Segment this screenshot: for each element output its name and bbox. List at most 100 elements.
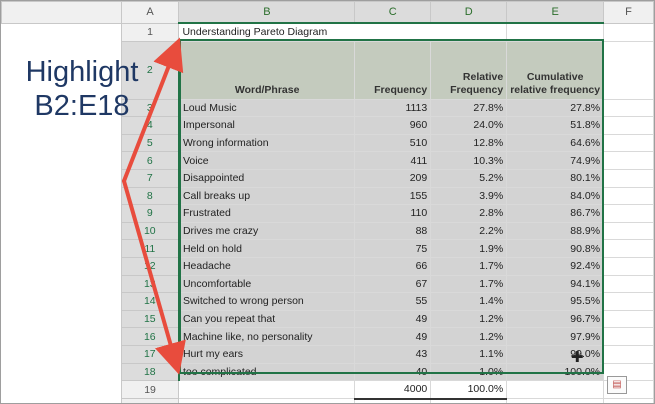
cell-f1[interactable]	[603, 22, 654, 42]
word-cell[interactable]: Call breaks up	[178, 186, 356, 206]
column-header-a[interactable]: A	[120, 1, 180, 24]
cell-f13[interactable]	[603, 274, 654, 294]
relative-frequency-cell[interactable]: 1.9%	[430, 239, 508, 258]
total-relative-cell[interactable]: 100.0%	[430, 380, 508, 400]
row-header-20[interactable]: 20	[120, 398, 180, 403]
relative-frequency-cell[interactable]: 27.8%	[430, 98, 508, 118]
frequency-cell[interactable]: 960	[354, 116, 432, 135]
frequency-cell[interactable]: 49	[354, 309, 432, 329]
cell-f17[interactable]	[603, 344, 654, 364]
frequency-cell[interactable]: 88	[354, 221, 432, 241]
frequency-cell[interactable]: 155	[354, 186, 432, 206]
word-cell[interactable]: Uncomfortable	[178, 274, 356, 294]
header-cumulative-relative-frequency[interactable]: Cumulative relative frequency	[506, 40, 605, 100]
frequency-cell[interactable]: 510	[354, 133, 432, 153]
cumulative-frequency-cell[interactable]: 94.1%	[506, 274, 605, 294]
cell-f2[interactable]	[603, 40, 654, 100]
row-header-11[interactable]: 11	[120, 239, 180, 258]
cell-f16[interactable]	[603, 327, 654, 346]
cell-f10[interactable]	[603, 221, 654, 241]
cell-f3[interactable]	[603, 98, 654, 118]
relative-frequency-cell[interactable]: 12.8%	[430, 133, 508, 153]
cumulative-frequency-cell[interactable]: 80.1%	[506, 168, 605, 188]
row-header-12[interactable]: 12	[120, 256, 180, 276]
empty-cell[interactable]	[506, 398, 605, 403]
quick-analysis-icon[interactable]: ▤	[607, 376, 627, 394]
cumulative-frequency-cell[interactable]: 99.0%	[506, 344, 605, 364]
relative-frequency-cell[interactable]: 1.7%	[430, 274, 508, 294]
row-header-18[interactable]: 18	[120, 362, 180, 382]
frequency-cell[interactable]: 43	[354, 344, 432, 364]
cumulative-frequency-cell[interactable]: 74.9%	[506, 151, 605, 170]
word-cell[interactable]: Can you repeat that	[178, 309, 356, 329]
select-all-corner[interactable]	[1, 1, 122, 24]
frequency-cell[interactable]: 209	[354, 168, 432, 188]
frequency-cell[interactable]: 1113	[354, 98, 432, 118]
relative-frequency-cell[interactable]: 1.7%	[430, 256, 508, 276]
frequency-cell[interactable]: 55	[354, 292, 432, 311]
title-cell-b1[interactable]: Understanding Pareto Diagram	[178, 22, 508, 42]
empty-cell[interactable]	[430, 398, 508, 403]
row-header-13[interactable]: 13	[120, 274, 180, 294]
row-header-5[interactable]: 5	[120, 133, 180, 153]
word-cell[interactable]: Headache	[178, 256, 356, 276]
word-cell[interactable]: Frustrated	[178, 204, 356, 223]
header-frequency[interactable]: Frequency	[354, 40, 432, 100]
cumulative-frequency-cell[interactable]: 88.9%	[506, 221, 605, 241]
cell-f4[interactable]	[603, 116, 654, 135]
header-word-phrase[interactable]: Word/Phrase	[178, 40, 356, 100]
word-cell[interactable]: Held on hold	[178, 239, 356, 258]
word-cell[interactable]: Machine like, no personality	[178, 327, 356, 346]
total-frequency-cell[interactable]: 4000	[354, 380, 432, 400]
relative-frequency-cell[interactable]: 1.2%	[430, 309, 508, 329]
row-header-10[interactable]: 10	[120, 221, 180, 241]
column-header-e[interactable]: E	[506, 1, 605, 24]
header-relative-frequency[interactable]: Relative Frequency	[430, 40, 508, 100]
frequency-cell[interactable]: 75	[354, 239, 432, 258]
cumulative-frequency-cell[interactable]: 96.7%	[506, 309, 605, 329]
cumulative-frequency-cell[interactable]: 92.4%	[506, 256, 605, 276]
relative-frequency-cell[interactable]: 1.2%	[430, 327, 508, 346]
column-header-d[interactable]: D	[430, 1, 508, 24]
relative-frequency-cell[interactable]: 1.4%	[430, 292, 508, 311]
cell-f7[interactable]	[603, 168, 654, 188]
row-header-7[interactable]: 7	[120, 168, 180, 188]
cumulative-frequency-cell[interactable]: 84.0%	[506, 186, 605, 206]
row-header-14[interactable]: 14	[120, 292, 180, 311]
cumulative-frequency-cell[interactable]: 51.8%	[506, 116, 605, 135]
word-cell[interactable]: Switched to wrong person	[178, 292, 356, 311]
row-header-15[interactable]: 15	[120, 309, 180, 329]
cumulative-frequency-cell[interactable]: 64.6%	[506, 133, 605, 153]
frequency-cell[interactable]: 40	[354, 362, 432, 382]
relative-frequency-cell[interactable]: 1.1%	[430, 344, 508, 364]
cumulative-frequency-cell[interactable]: 27.8%	[506, 98, 605, 118]
column-header-b[interactable]: B	[178, 1, 356, 24]
cell-f12[interactable]	[603, 256, 654, 276]
row-header-1[interactable]: 1	[120, 22, 180, 42]
cell-f14[interactable]	[603, 292, 654, 311]
relative-frequency-cell[interactable]: 5.2%	[430, 168, 508, 188]
cumulative-frequency-cell[interactable]: 90.8%	[506, 239, 605, 258]
frequency-cell[interactable]: 67	[354, 274, 432, 294]
relative-frequency-cell[interactable]: 1.0%	[430, 362, 508, 382]
row-header-16[interactable]: 16	[120, 327, 180, 346]
cell-f9[interactable]	[603, 204, 654, 223]
word-cell[interactable]: Disappointed	[178, 168, 356, 188]
frequency-cell[interactable]: 411	[354, 151, 432, 170]
relative-frequency-cell[interactable]: 2.8%	[430, 204, 508, 223]
cell-f6[interactable]	[603, 151, 654, 170]
frequency-cell[interactable]: 49	[354, 327, 432, 346]
word-cell[interactable]: Loud Music	[178, 98, 356, 118]
word-cell[interactable]: Drives me crazy	[178, 221, 356, 241]
cumulative-frequency-cell[interactable]: 100.0%	[506, 362, 605, 382]
frequency-cell[interactable]: 110	[354, 204, 432, 223]
empty-cell[interactable]	[603, 398, 654, 403]
empty-cell[interactable]	[354, 398, 432, 403]
cell-f5[interactable]	[603, 133, 654, 153]
column-header-f[interactable]: F	[603, 1, 654, 24]
word-cell[interactable]: Voice	[178, 151, 356, 170]
cumulative-frequency-cell[interactable]: 97.9%	[506, 327, 605, 346]
cell-f8[interactable]	[603, 186, 654, 206]
relative-frequency-cell[interactable]: 2.2%	[430, 221, 508, 241]
cell-e19[interactable]	[506, 380, 605, 400]
